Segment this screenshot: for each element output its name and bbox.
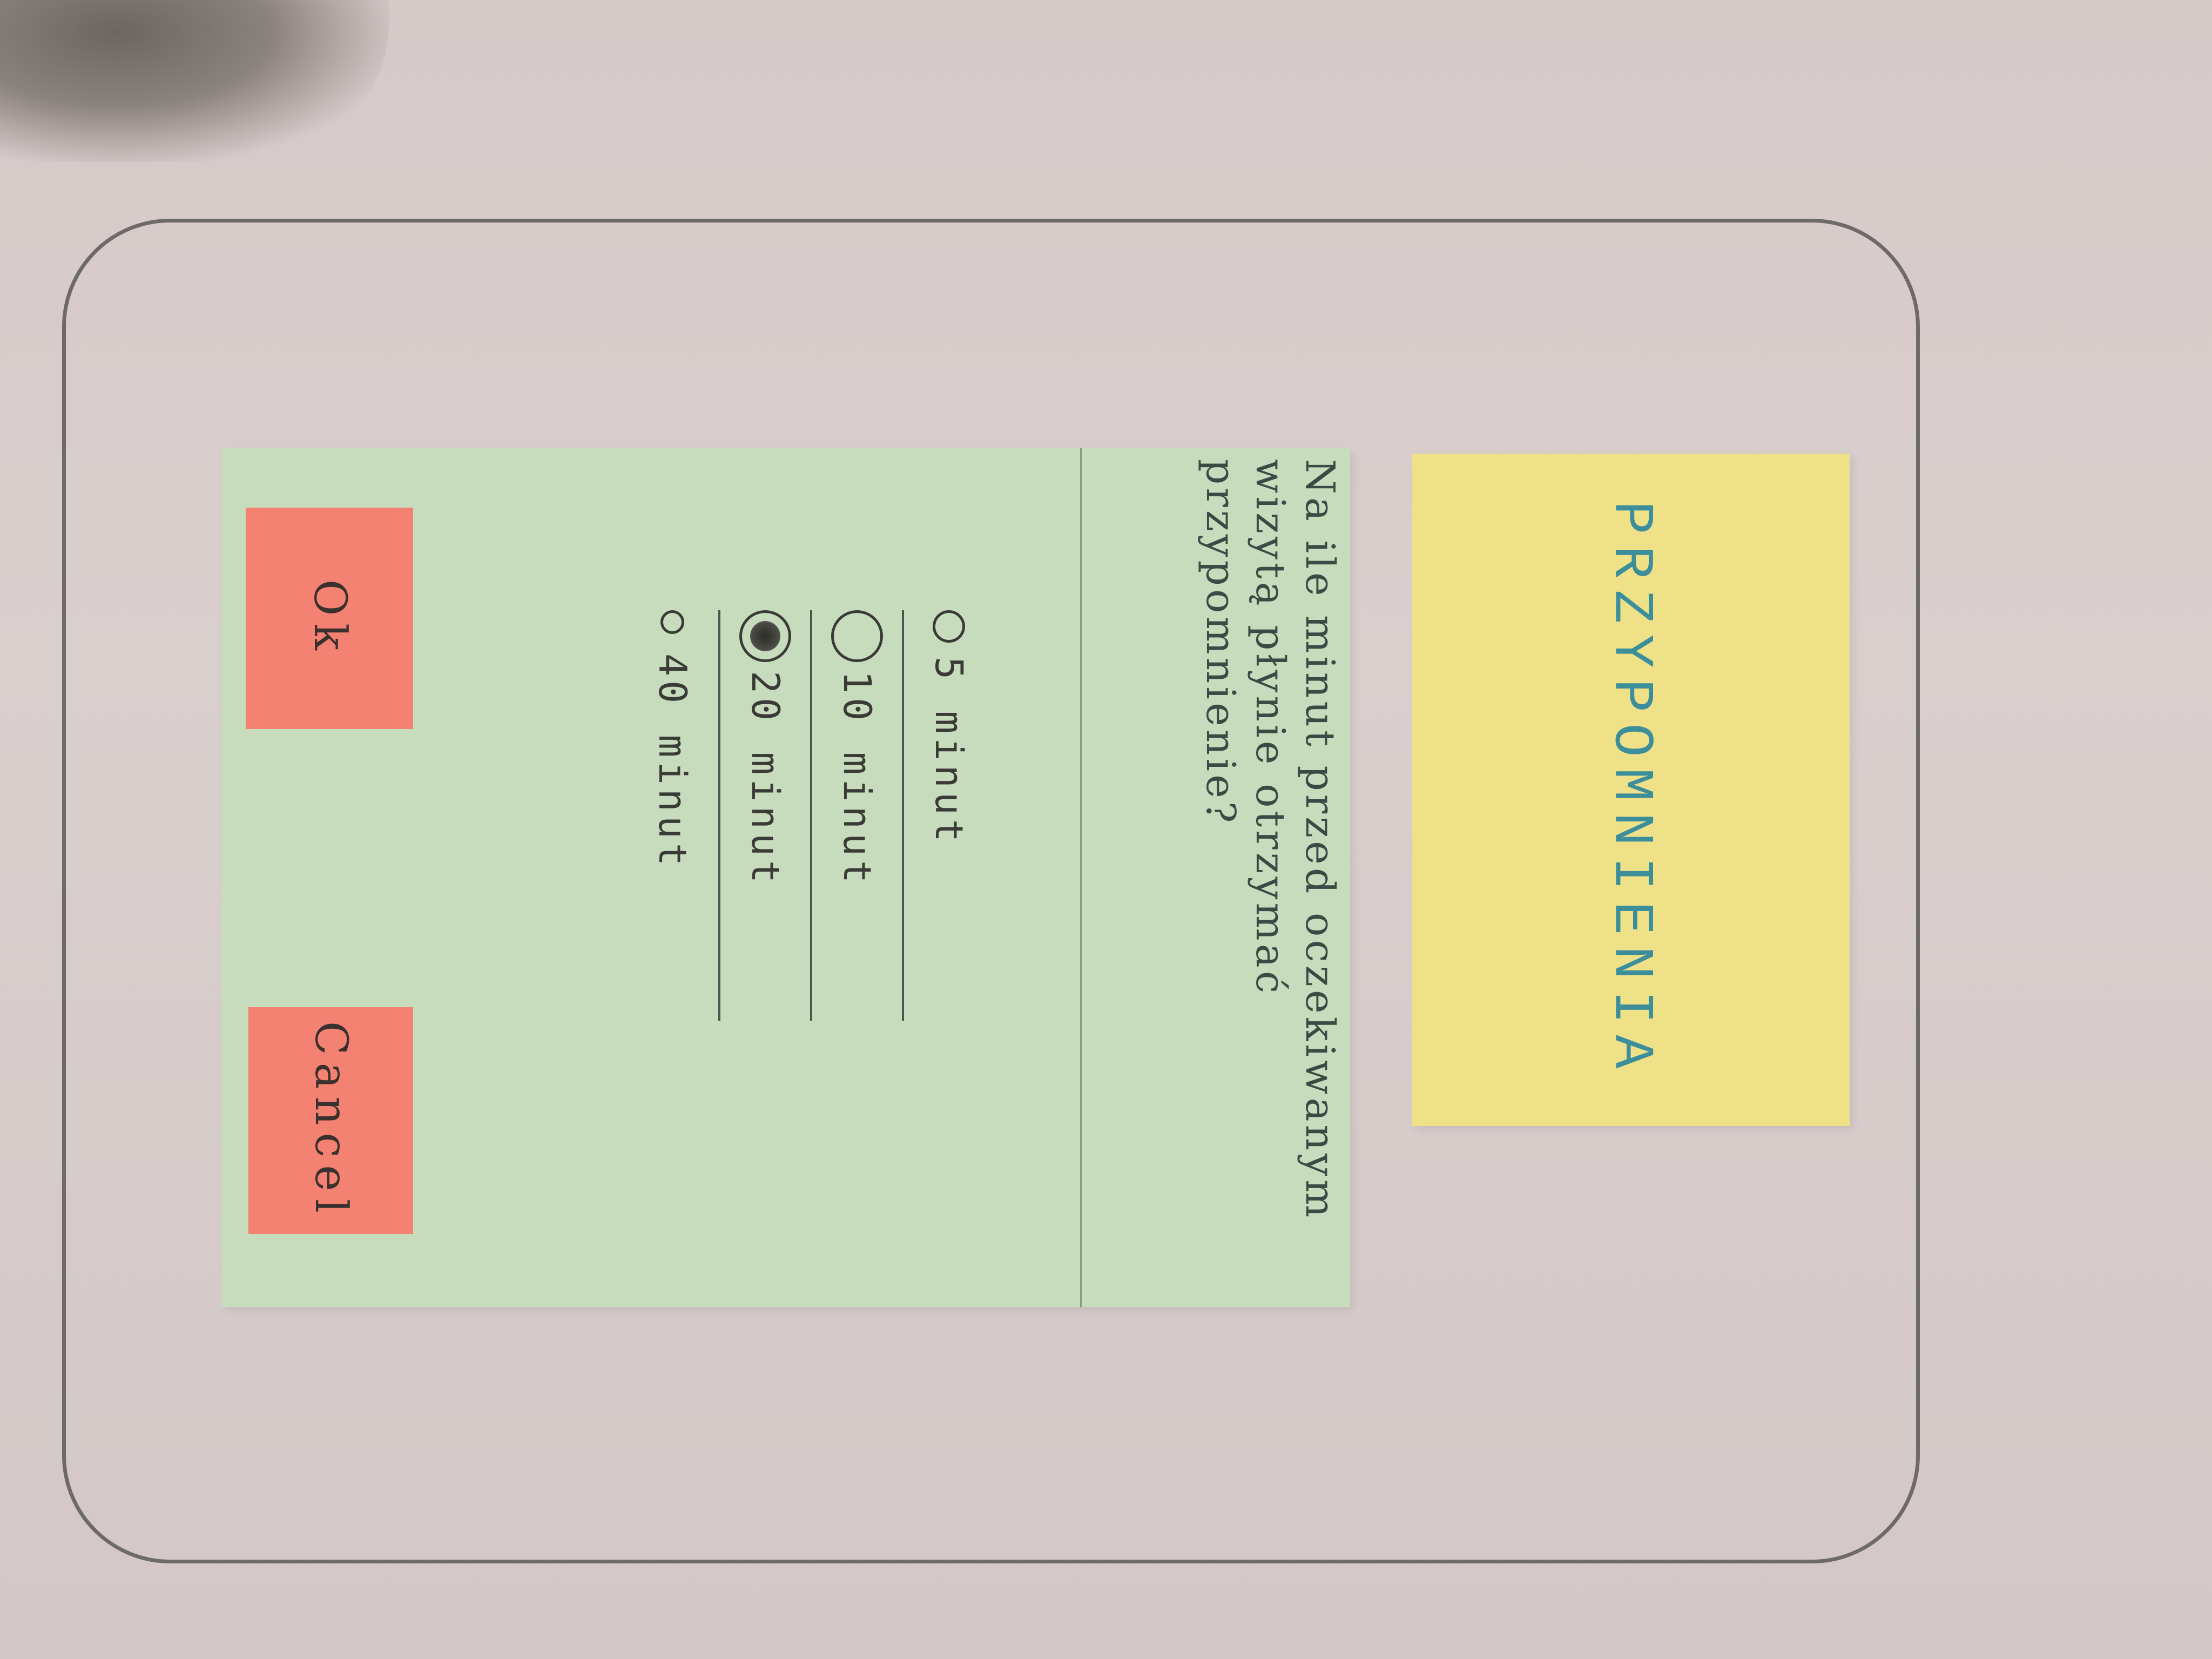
cancel-button[interactable]: Cancel — [248, 1007, 413, 1234]
dialog-question-text: Na ile minut przed oczekiwanym wizytą pł… — [1197, 459, 1343, 1221]
background-shadow — [0, 0, 389, 162]
dialog-divider — [1080, 448, 1082, 1307]
title-label: PRZYPOMNIENIA — [1599, 500, 1663, 1080]
option-label: 10 minut — [835, 671, 879, 888]
options-list: 5 minut 10 minut 20 minut 40 minut — [626, 610, 994, 1021]
ok-button[interactable]: Ok — [246, 508, 413, 729]
option-5[interactable]: 5 minut — [902, 610, 994, 1021]
option-20[interactable]: 20 minut — [718, 610, 810, 1021]
option-40[interactable]: 40 minut — [626, 610, 718, 1021]
title-sticky-note: PRZYPOMNIENIA — [1412, 454, 1850, 1126]
radio-dot — [750, 621, 780, 651]
option-label: 20 minut — [743, 671, 787, 888]
radio-5[interactable] — [933, 610, 965, 643]
option-label: 40 minut — [650, 653, 694, 871]
cancel-label: Cancel — [305, 1021, 356, 1220]
option-10[interactable]: 10 minut — [810, 610, 902, 1021]
ok-label: Ok — [304, 579, 355, 658]
radio-20-selected[interactable] — [739, 610, 791, 662]
radio-10[interactable] — [831, 610, 883, 662]
option-label: 5 minut — [927, 657, 971, 847]
radio-40[interactable] — [660, 610, 684, 634]
